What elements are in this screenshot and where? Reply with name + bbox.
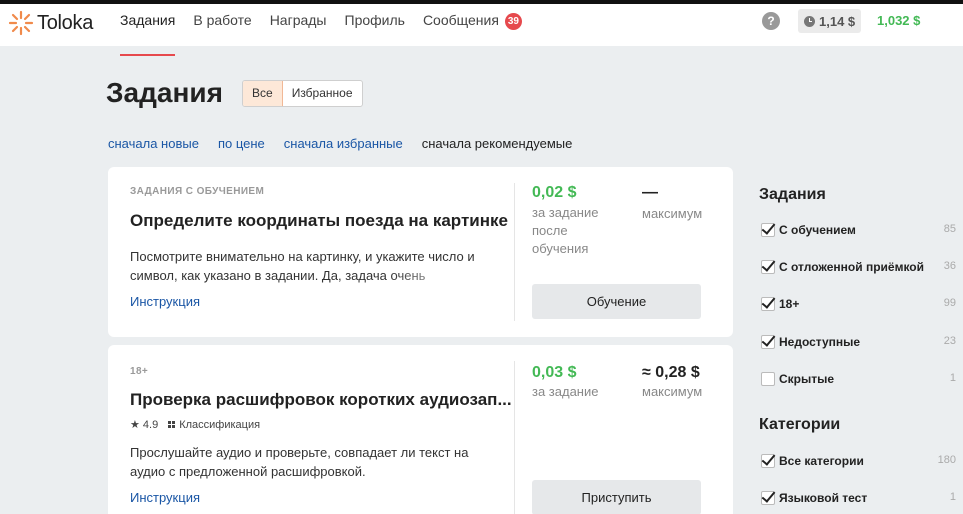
filter-language-test[interactable]: Языковой тест 1	[759, 488, 956, 508]
nav-profile[interactable]: Профиль	[345, 4, 405, 46]
filter-label: Недоступные	[779, 335, 861, 349]
filter-unavailable[interactable]: Недоступные 23	[759, 332, 956, 352]
clock-icon	[804, 15, 815, 27]
category-icon	[168, 421, 176, 428]
task-max-label: максимум	[642, 384, 703, 399]
messages-count-badge: 39	[504, 13, 522, 30]
filter-count: 36	[943, 260, 956, 272]
nav-rewards[interactable]: Награды	[270, 4, 327, 46]
tasks-filter-heading: Задания	[759, 186, 826, 203]
task-price-label: за задание	[532, 384, 599, 399]
task-meta: ★ 4.9 Классификация	[130, 418, 261, 432]
task-description: Посмотрите внимательно на картинку, и ук…	[130, 247, 480, 285]
logo-text: Toloka	[37, 11, 94, 34]
filter-label: Скрытые	[779, 372, 835, 386]
filter-count: 85	[943, 223, 956, 235]
task-max-label: максимум	[642, 206, 703, 221]
sort-price[interactable]: по цене	[218, 136, 265, 151]
filter-all-categories[interactable]: Все категории 180	[759, 451, 956, 471]
nav-in-progress[interactable]: В работе	[193, 4, 251, 46]
task-card[interactable]: ЗАДАНИЯ С ОБУЧЕНИЕМ Определите координат…	[108, 167, 733, 337]
task-max-earning: ≈ 0,28 $	[642, 364, 700, 381]
categories-filter-heading: Категории	[759, 416, 841, 433]
checkbox[interactable]	[761, 335, 775, 349]
instruction-link[interactable]: Инструкция	[130, 490, 200, 505]
logo[interactable]: Toloka	[8, 9, 93, 37]
checkbox[interactable]	[761, 454, 775, 468]
checkbox[interactable]	[761, 491, 775, 505]
task-description: Прослушайте аудио и проверьте, совпадает…	[130, 445, 469, 479]
sort-favorites[interactable]: сначала избранные	[284, 136, 403, 151]
task-rating: ★ 4.9	[130, 419, 159, 431]
filter-label: Языковой тест	[779, 491, 868, 505]
description-fade	[390, 266, 480, 285]
account-balance[interactable]: 1,032 $	[877, 13, 920, 28]
page-title: Задания	[106, 77, 223, 108]
nav-tasks[interactable]: Задания	[120, 4, 176, 56]
task-max-earning: —	[642, 184, 658, 201]
filter-count: 23	[943, 335, 956, 347]
checkbox[interactable]	[761, 223, 775, 237]
pending-amount: 1,14 $	[819, 13, 856, 29]
card-divider	[514, 361, 515, 514]
help-icon[interactable]: ?	[762, 12, 780, 30]
start-task-button[interactable]: Приступить	[532, 480, 701, 514]
task-category: Классификация	[179, 418, 261, 431]
pending-balance[interactable]: 1,14 $	[798, 9, 862, 33]
sort-newest[interactable]: сначала новые	[108, 136, 199, 151]
filter-with-training[interactable]: С обучением 85	[759, 220, 956, 240]
filter-favorites-button[interactable]: Избранное	[283, 81, 362, 106]
filter-all-button[interactable]: Все	[243, 81, 283, 106]
filter-label: Все категории	[779, 454, 864, 468]
task-card[interactable]: 18+ Проверка расшифровок коротких аудиоз…	[108, 345, 733, 514]
checkbox[interactable]	[761, 372, 775, 386]
training-button[interactable]: Обучение	[532, 284, 701, 319]
filter-label: 18+	[779, 297, 800, 311]
task-price: 0,03 $	[532, 364, 577, 381]
checkbox[interactable]	[761, 297, 775, 311]
filter-count: 99	[943, 297, 956, 309]
nav-messages[interactable]: Сообщения 39	[423, 4, 522, 46]
task-price-label: за задание после обучения	[532, 205, 599, 256]
task-title[interactable]: Проверка расшифровок коротких аудиозап..…	[130, 390, 512, 410]
filter-count: 1	[949, 491, 956, 503]
filter-label: С отложенной приёмкой	[779, 260, 925, 274]
filter-label: С обучением	[779, 223, 856, 237]
checkbox[interactable]	[761, 260, 775, 274]
header: Toloka Задания В работе Награды Профиль …	[0, 4, 963, 56]
filter-deferred-acceptance[interactable]: С отложенной приёмкой 36	[759, 257, 956, 277]
toloka-sun-icon	[8, 10, 34, 36]
task-price: 0,02 $	[532, 184, 577, 201]
task-tag: ЗАДАНИЯ С ОБУЧЕНИЕМ	[130, 186, 265, 197]
sort-options: сначала новые по цене сначала избранные …	[108, 136, 591, 151]
filter-hidden[interactable]: Скрытые 1	[759, 369, 956, 389]
sort-recommended[interactable]: сначала рекомендуемые	[422, 136, 573, 151]
card-divider	[514, 183, 515, 321]
filter-count: 180	[937, 454, 956, 466]
filter-toggle: Все Избранное	[242, 80, 363, 107]
filter-adult[interactable]: 18+ 99	[759, 294, 956, 314]
task-tag: 18+	[130, 366, 149, 377]
nav-messages-label: Сообщения	[422, 12, 499, 28]
filter-count: 1	[949, 372, 956, 384]
main-nav: Задания В работе Награды Профиль Сообщен…	[120, 4, 540, 56]
task-title[interactable]: Определите координаты поезда на картинке	[130, 211, 508, 231]
instruction-link[interactable]: Инструкция	[130, 294, 200, 309]
